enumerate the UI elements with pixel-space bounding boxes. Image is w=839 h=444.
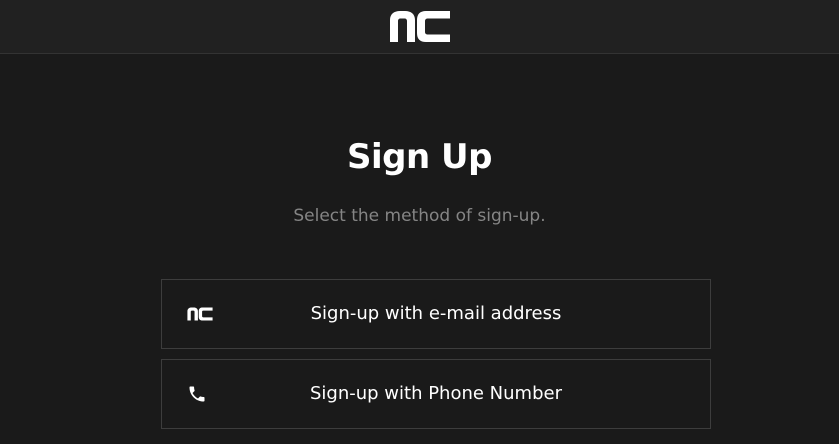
signup-phone-label: Sign-up with Phone Number: [309, 383, 562, 404]
header-bar: [0, 0, 839, 54]
page-title: Sign Up: [347, 137, 492, 177]
signup-email-button[interactable]: Sign-up with e-mail address: [161, 279, 711, 349]
signup-phone-button[interactable]: Sign-up with Phone Number: [161, 359, 711, 429]
nc-logo-icon[interactable]: [389, 11, 450, 42]
page-subtitle: Select the method of sign-up.: [293, 206, 546, 226]
signup-email-label: Sign-up with e-mail address: [310, 303, 562, 324]
